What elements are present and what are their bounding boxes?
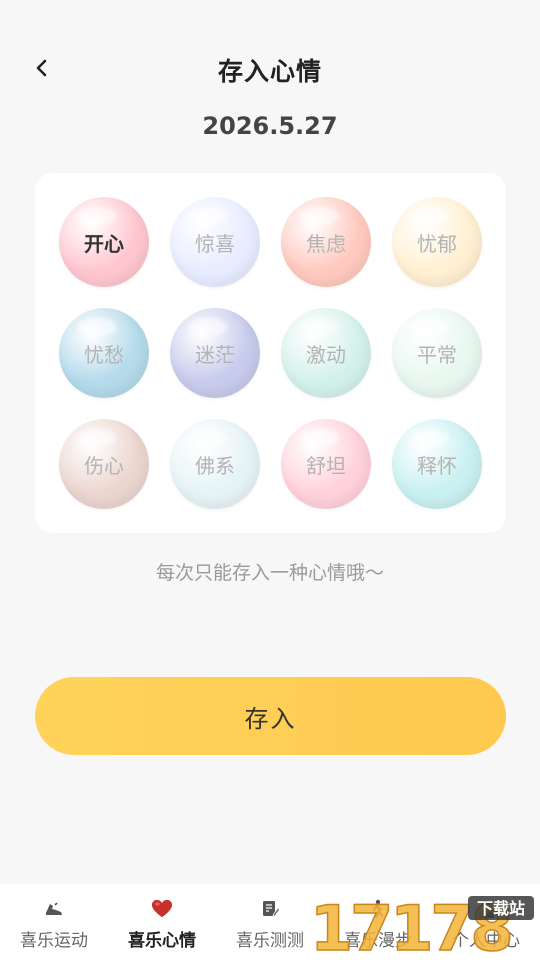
mood-option[interactable]: 焦虑 (281, 197, 371, 287)
tab-profile[interactable]: 个人中心 (432, 884, 540, 960)
mood-label: 焦虑 (306, 231, 346, 256)
mood-option[interactable]: 忧愁 (59, 308, 149, 398)
walk-icon (367, 898, 389, 920)
mood-option[interactable]: 迷茫 (170, 308, 260, 398)
tab-sport[interactable]: 喜乐运动 (0, 884, 108, 960)
tab-walk[interactable]: 喜乐漫步 (324, 884, 432, 960)
mood-option[interactable]: 惊喜 (170, 197, 260, 287)
tab-label: 个人中心 (452, 931, 520, 951)
mood-option[interactable]: 忧郁 (392, 197, 482, 287)
mood-label: 忧愁 (84, 342, 124, 367)
mood-option[interactable]: 佛系 (170, 419, 260, 509)
date-label: 2026.5.27 (202, 112, 338, 140)
mood-label: 忧郁 (417, 231, 457, 256)
tab-mood[interactable]: 喜乐心情 (108, 884, 216, 960)
mood-label: 平常 (417, 342, 457, 367)
header: 存入心情 (0, 38, 540, 98)
mood-option[interactable]: 开心 (59, 197, 149, 287)
mood-grid: 开心 惊喜 焦虑 忧郁忧愁 迷茫 激动 平常伤心 佛系 舒坦 释怀 (59, 197, 482, 509)
tab-label: 喜乐漫步 (344, 931, 412, 951)
mood-option[interactable]: 伤心 (59, 419, 149, 509)
heart-icon (151, 898, 173, 920)
mood-option[interactable]: 释怀 (392, 419, 482, 509)
mood-label: 舒坦 (306, 453, 346, 478)
mood-label: 释怀 (417, 453, 457, 478)
tab-label: 喜乐运动 (20, 931, 88, 951)
shoe-icon (43, 898, 65, 920)
mood-option[interactable]: 激动 (281, 308, 371, 398)
tab-label: 喜乐测测 (236, 931, 304, 951)
save-button[interactable]: 存入 (35, 677, 506, 755)
mood-card: 开心 惊喜 焦虑 忧郁忧愁 迷茫 激动 平常伤心 佛系 舒坦 释怀 (35, 173, 506, 533)
mood-label: 伤心 (84, 453, 124, 478)
mood-option[interactable]: 平常 (392, 308, 482, 398)
note-edit-icon (259, 898, 281, 920)
tab-label: 喜乐心情 (128, 931, 196, 951)
mood-option[interactable]: 舒坦 (281, 419, 371, 509)
mood-label: 惊喜 (195, 231, 235, 256)
page-title: 存入心情 (217, 57, 322, 86)
bottom-tab-bar: 喜乐运动 喜乐心情 喜乐测测 喜乐漫步 个人中心 (0, 884, 540, 960)
person-icon (475, 898, 497, 920)
mood-label: 开心 (84, 231, 124, 256)
mood-label: 迷茫 (195, 342, 235, 367)
mood-label: 佛系 (195, 453, 235, 478)
mood-label: 激动 (306, 342, 346, 367)
hint-text: 每次只能存入一种心情哦～ (155, 562, 384, 584)
tab-test[interactable]: 喜乐测测 (216, 884, 324, 960)
